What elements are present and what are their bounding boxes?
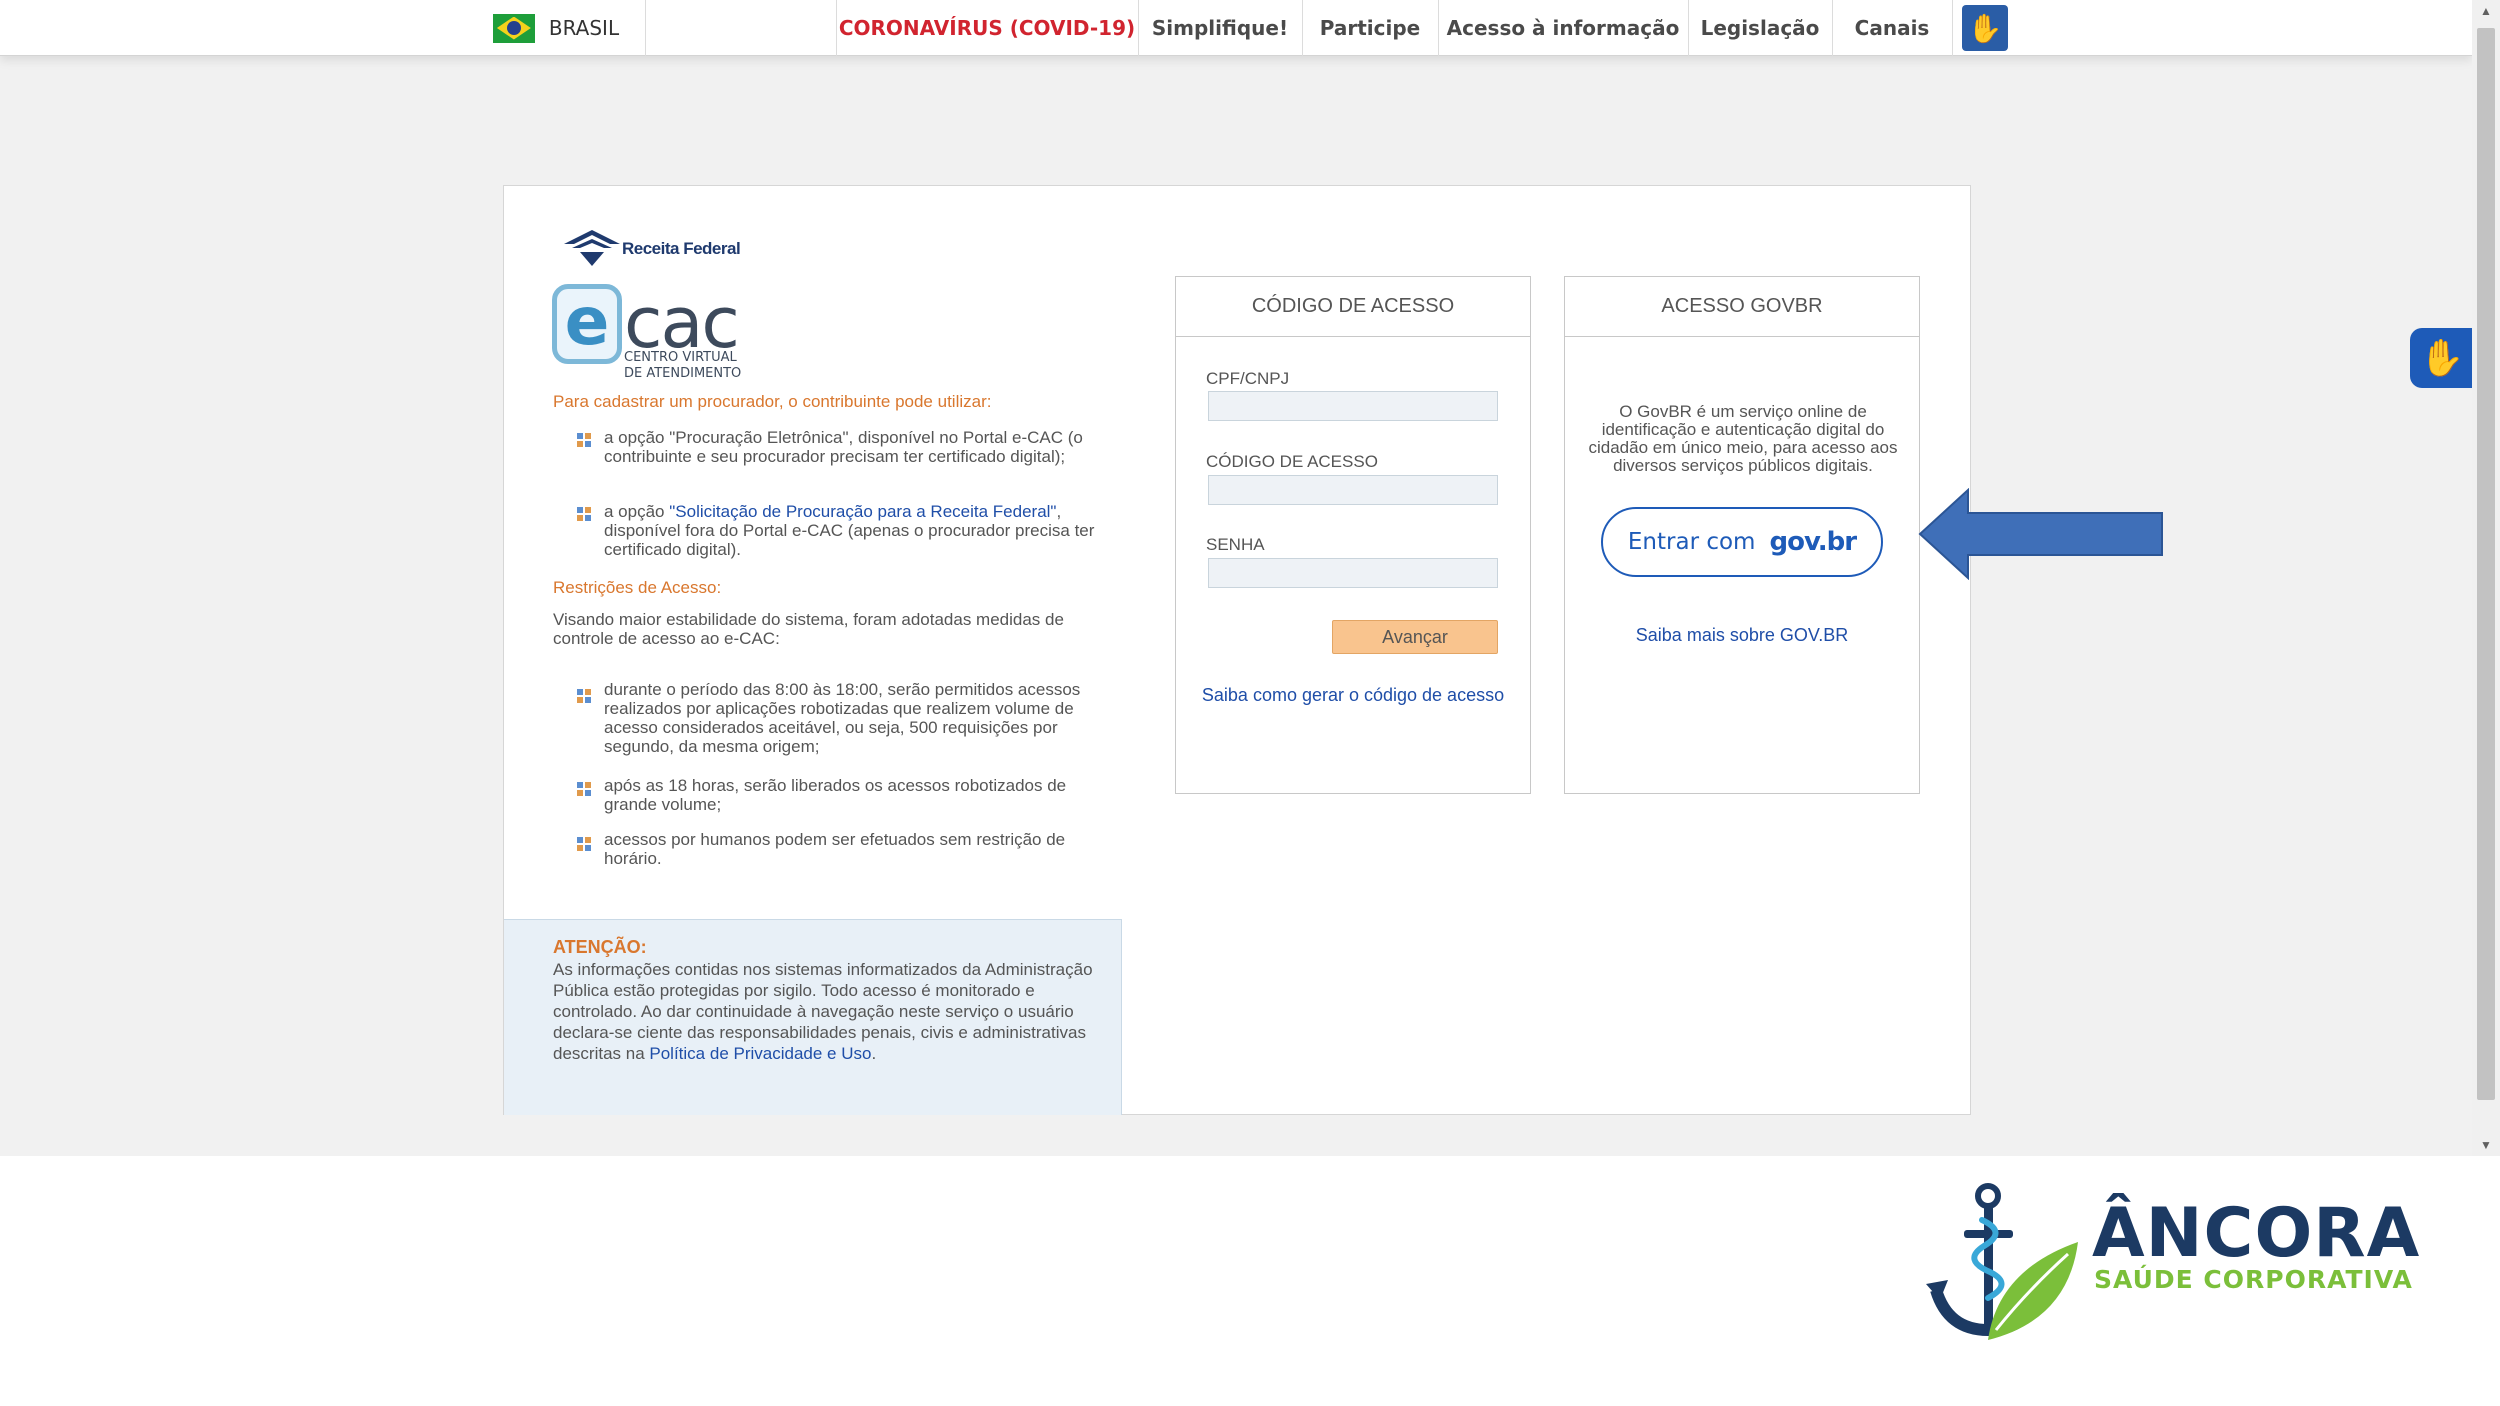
- entrar-govbr-button[interactable]: Entrar com gov.br: [1601, 507, 1883, 577]
- govbr-description: O GovBR é um serviço online de identific…: [1588, 402, 1898, 475]
- bullet-icon: [577, 689, 591, 703]
- atencao-title: ATENÇÃO:: [553, 937, 647, 957]
- codigo-acesso-label: CÓDIGO DE ACESSO: [1206, 452, 1378, 471]
- codigo-acesso-input[interactable]: [1208, 475, 1498, 505]
- option-procuracao-eletronica: a opção "Procuração Eletrônica", disponí…: [604, 428, 1083, 466]
- codigo-acesso-panel: CÓDIGO DE ACESSO CPF/CNPJ CÓDIGO DE ACES…: [1175, 276, 1531, 794]
- atencao-text: As informações contidas nos sistemas inf…: [553, 959, 1093, 1064]
- senha-label: SENHA: [1206, 535, 1265, 554]
- restricoes-title: Restrições de Acesso:: [553, 578, 722, 597]
- solicitacao-procuracao-link[interactable]: "Solicitação de Procuração para a Receit…: [669, 502, 1056, 521]
- ecac-subtitle-line1: CENTRO VIRTUAL: [624, 350, 737, 365]
- ancora-brand-tagline: SAÚDE CORPORATIVA: [2094, 1265, 2413, 1294]
- left-arrow-annotation-icon: [1918, 488, 2163, 580]
- ecac-subtitle: CENTRO VIRTUAL DE ATENDIMENTO: [624, 350, 741, 382]
- nav-acesso-informacao[interactable]: Acesso à informação: [1438, 0, 1688, 56]
- acesso-govbr-panel: ACESSO GOVBR O GovBR é um serviço online…: [1564, 276, 1920, 794]
- politica-privacidade-link[interactable]: Política de Privacidade e Uso: [649, 1044, 871, 1063]
- hand-sign-icon: ✋: [1962, 5, 2008, 51]
- brasil-label: BRASIL: [548, 16, 620, 40]
- bullet-icon: [577, 433, 591, 447]
- scroll-down-arrow-icon[interactable]: ▼: [2472, 1134, 2500, 1156]
- ecac-logo: e cac CENTRO VIRTUAL DE ATENDIMENTO: [552, 282, 752, 384]
- senha-input[interactable]: [1208, 558, 1498, 588]
- ancora-brand-name: ÂNCORA: [2092, 1194, 2421, 1273]
- ecac-e-mark: e: [552, 284, 622, 364]
- acesso-govbr-title: ACESSO GOVBR: [1565, 277, 1919, 337]
- receita-federal-text: Receita Federal: [622, 239, 741, 258]
- option2-prefix: a opção: [604, 502, 670, 521]
- accessibility-button[interactable]: ✋: [1960, 0, 2010, 56]
- vlibras-accessibility-button[interactable]: ✋: [2410, 328, 2474, 388]
- browser-viewport: BRASIL CORONAVÍRUS (COVID-19) Simplifiqu…: [0, 0, 2500, 1156]
- avancar-button[interactable]: Avançar: [1332, 620, 1498, 654]
- login-card: Receita Federal e cac CENTRO VIRTUAL DE …: [503, 185, 1971, 1115]
- ecac-subtitle-line2: DE ATENDIMENTO: [624, 366, 742, 381]
- brazil-flag-icon: [492, 13, 535, 43]
- gov-top-bar: BRASIL CORONAVÍRUS (COVID-19) Simplifiqu…: [0, 0, 2472, 56]
- restricao-horario-robos: durante o período das 8:00 às 18:00, ser…: [604, 680, 1081, 756]
- restricao-humanos: acessos por humanos podem ser efetuados …: [604, 830, 1066, 868]
- nav-participe[interactable]: Participe: [1302, 0, 1438, 56]
- receita-federal-mark-icon: [564, 230, 620, 266]
- nav-canais[interactable]: Canais: [1832, 0, 1952, 56]
- brasil-link[interactable]: BRASIL: [466, 0, 646, 56]
- restricao-apos-18h: após as 18 horas, serão liberados os ace…: [604, 776, 1067, 814]
- restricoes-intro: Visando maior estabilidade do sistema, f…: [553, 610, 1064, 648]
- cpf-cnpj-input[interactable]: [1208, 391, 1498, 421]
- nav-covid[interactable]: CORONAVÍRUS (COVID-19): [836, 0, 1138, 56]
- nav-simplifique[interactable]: Simplifique!: [1138, 0, 1302, 56]
- cpf-cnpj-label: CPF/CNPJ: [1206, 369, 1290, 388]
- codigo-acesso-title: CÓDIGO DE ACESSO: [1176, 277, 1530, 337]
- scrollbar-thumb[interactable]: [2477, 28, 2495, 1100]
- option-solicitacao-procuracao: a opção "Solicitação de Procuração para …: [604, 502, 1124, 559]
- nav-legislacao[interactable]: Legislação: [1688, 0, 1832, 56]
- entrar-com-label: Entrar com: [1627, 529, 1756, 555]
- bullet-icon: [577, 782, 591, 796]
- procurador-intro: Para cadastrar um procurador, o contribu…: [553, 392, 992, 411]
- hand-sign-icon: ✋: [2419, 337, 2465, 378]
- bullet-icon: [577, 507, 591, 521]
- gerar-codigo-link[interactable]: Saiba como gerar o código de acesso: [1176, 685, 1530, 706]
- bullet-icon: [577, 837, 591, 851]
- saiba-mais-govbr-link[interactable]: Saiba mais sobre GOV.BR: [1565, 625, 1919, 646]
- vertical-scrollbar[interactable]: ▲ ▼: [2472, 0, 2500, 1156]
- govbr-logo-icon: gov.br: [1769, 527, 1857, 557]
- scroll-up-arrow-icon[interactable]: ▲: [2472, 0, 2500, 22]
- atencao-box: ATENÇÃO: As informações contidas nos sis…: [504, 919, 1122, 1115]
- receita-federal-logo: Receita Federal: [564, 230, 741, 268]
- atencao-end: .: [871, 1044, 877, 1063]
